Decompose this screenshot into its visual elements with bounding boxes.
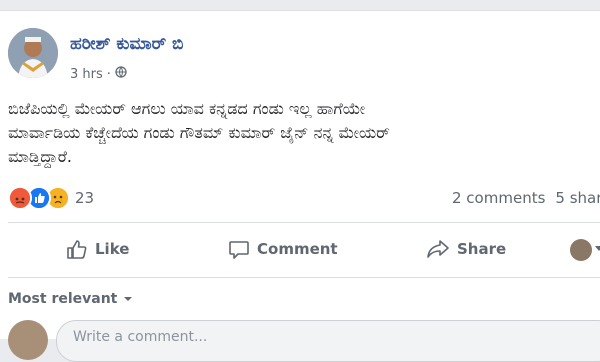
author-name-link[interactable]: ಹರೀಶ್ ಕುಮಾರ್ ಬಿ xyxy=(70,34,183,54)
avatar-image xyxy=(8,28,58,78)
divider xyxy=(8,277,600,278)
post-card xyxy=(0,10,600,339)
reactions-summary[interactable]: 23 xyxy=(8,186,94,210)
comment-button[interactable]: Comment xyxy=(228,238,338,260)
react-as-avatar[interactable] xyxy=(570,239,592,261)
sort-label: Most relevant xyxy=(8,291,118,307)
post-actions-bar: Like Comment Share xyxy=(0,238,600,264)
like-label: Like xyxy=(95,240,130,258)
separator-dot: · xyxy=(106,66,111,82)
current-user-avatar xyxy=(8,320,48,360)
post-stats: 2 comments 5 shares xyxy=(452,189,600,207)
comment-icon xyxy=(229,241,249,259)
angry-reaction-icon xyxy=(8,186,32,210)
caret-down-icon xyxy=(124,297,133,301)
share-label: Share xyxy=(457,240,507,258)
feed-background xyxy=(0,0,600,10)
comments-count-link[interactable]: 2 comments xyxy=(452,189,545,207)
chevron-down-icon[interactable] xyxy=(595,246,600,251)
like-button[interactable]: Like xyxy=(66,238,129,260)
globe-icon[interactable] xyxy=(115,66,127,82)
divider xyxy=(8,222,600,223)
post-timestamp[interactable]: 3 hrs xyxy=(70,67,103,82)
thumbs-up-icon xyxy=(67,240,87,259)
post-meta: 3 hrs · xyxy=(70,66,127,82)
shares-count-link[interactable]: 5 shares xyxy=(555,189,600,207)
post-text: ಬಿಜೆಪಿಯಲ್ಲಿ ಮೇಯರ್ ಆಗಲು ಯಾವ ಕನ್ನಡದ ಗಂಡು ಇ… xyxy=(8,99,390,166)
comment-input[interactable]: Write a comment... xyxy=(56,320,600,362)
author-avatar[interactable] xyxy=(8,28,58,78)
comment-sort-dropdown[interactable]: Most relevant xyxy=(8,291,133,307)
comment-label: Comment xyxy=(257,240,338,258)
comment-placeholder: Write a comment... xyxy=(73,329,208,345)
reaction-count: 23 xyxy=(75,189,95,207)
share-icon xyxy=(427,240,449,258)
share-button[interactable]: Share xyxy=(426,238,506,260)
